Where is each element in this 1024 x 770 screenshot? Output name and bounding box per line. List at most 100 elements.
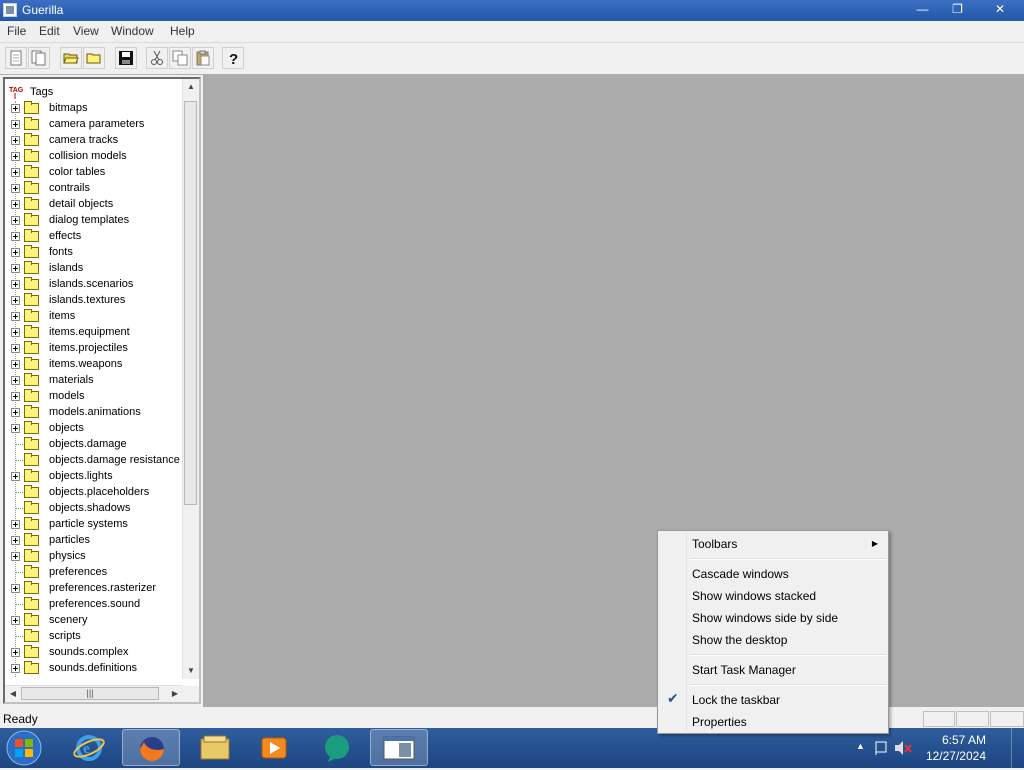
expand-plus-icon[interactable] bbox=[11, 360, 20, 369]
tree-item[interactable]: detail objects bbox=[5, 197, 183, 213]
tree-item[interactable]: bitmaps bbox=[5, 101, 183, 117]
expand-plus-icon[interactable] bbox=[11, 664, 20, 673]
menu-item-show-windows-stacked[interactable]: Show windows stacked bbox=[692, 589, 816, 603]
tree-item[interactable]: preferences.sound bbox=[5, 597, 183, 613]
expand-plus-icon[interactable] bbox=[11, 248, 20, 257]
tree-item[interactable]: items.equipment bbox=[5, 325, 183, 341]
expand-plus-icon[interactable] bbox=[11, 184, 20, 193]
show-hidden-icons-icon[interactable]: ▲ bbox=[856, 741, 865, 751]
expand-plus-icon[interactable] bbox=[11, 408, 20, 417]
expand-plus-icon[interactable] bbox=[11, 312, 20, 321]
expand-plus-icon[interactable] bbox=[11, 296, 20, 305]
paste-button[interactable] bbox=[192, 47, 214, 69]
tree-item[interactable]: particles bbox=[5, 533, 183, 549]
mdi-workspace[interactable] bbox=[203, 75, 1024, 707]
folder-button[interactable] bbox=[83, 47, 105, 69]
tree-item[interactable]: islands.textures bbox=[5, 293, 183, 309]
tree-item[interactable]: objects bbox=[5, 421, 183, 437]
tree-horizontal-scrollbar[interactable]: ◀ ||| ▶ bbox=[5, 685, 183, 702]
save-button[interactable] bbox=[115, 47, 137, 69]
menu-item-properties[interactable]: Properties bbox=[692, 715, 747, 729]
expand-plus-icon[interactable] bbox=[11, 536, 20, 545]
scroll-left-arrow-icon[interactable]: ◀ bbox=[5, 686, 21, 702]
tree-item[interactable]: materials bbox=[5, 373, 183, 389]
menu-window[interactable]: Window bbox=[111, 24, 154, 38]
menu-view[interactable]: View bbox=[73, 24, 99, 38]
taskbar-feedback-app[interactable] bbox=[308, 729, 366, 766]
expand-plus-icon[interactable] bbox=[11, 264, 20, 273]
horizontal-scroll-thumb[interactable]: ||| bbox=[21, 687, 159, 700]
help-button[interactable]: ? bbox=[222, 47, 244, 69]
expand-plus-icon[interactable] bbox=[11, 152, 20, 161]
tree-item[interactable]: models bbox=[5, 389, 183, 405]
app-icon[interactable] bbox=[3, 3, 17, 17]
menu-item-cascade-windows[interactable]: Cascade windows bbox=[692, 567, 789, 581]
action-center-flag-icon[interactable] bbox=[874, 740, 890, 756]
tree-item[interactable]: models.animations bbox=[5, 405, 183, 421]
new-multiple-button[interactable] bbox=[28, 47, 50, 69]
clock-date[interactable]: 12/27/2024 bbox=[926, 749, 986, 763]
tree-item[interactable]: color tables bbox=[5, 165, 183, 181]
menu-item-show-windows-side-by-side[interactable]: Show windows side by side bbox=[692, 611, 838, 625]
tree-item[interactable]: particle systems bbox=[5, 517, 183, 533]
tree-item[interactable]: collision models bbox=[5, 149, 183, 165]
menu-edit[interactable]: Edit bbox=[39, 24, 60, 38]
menu-item-toolbars[interactable]: Toolbars bbox=[692, 537, 737, 551]
tree-item[interactable]: objects.lights bbox=[5, 469, 183, 485]
vertical-scroll-thumb[interactable] bbox=[184, 101, 197, 505]
expand-plus-icon[interactable] bbox=[11, 168, 20, 177]
expand-plus-icon[interactable] bbox=[11, 328, 20, 337]
expand-plus-icon[interactable] bbox=[11, 280, 20, 289]
tree-item[interactable]: objects.placeholders bbox=[5, 485, 183, 501]
taskbar-firefox[interactable] bbox=[122, 729, 180, 766]
menu-help[interactable]: Help bbox=[170, 24, 195, 38]
scroll-down-arrow-icon[interactable]: ▼ bbox=[183, 663, 199, 679]
expand-plus-icon[interactable] bbox=[11, 376, 20, 385]
expand-plus-icon[interactable] bbox=[11, 216, 20, 225]
tree-item[interactable]: scripts bbox=[5, 629, 183, 645]
start-button[interactable] bbox=[4, 729, 44, 767]
tree-vertical-scrollbar[interactable]: ▲ ▼ bbox=[182, 79, 199, 679]
expand-plus-icon[interactable] bbox=[11, 616, 20, 625]
tree-item[interactable]: preferences.rasterizer bbox=[5, 581, 183, 597]
menu-item-show-the-desktop[interactable]: Show the desktop bbox=[692, 633, 787, 647]
open-button[interactable] bbox=[60, 47, 82, 69]
copy-button[interactable] bbox=[169, 47, 191, 69]
tree-item[interactable]: objects.damage bbox=[5, 437, 183, 453]
tree-item[interactable]: preferences bbox=[5, 565, 183, 581]
taskbar-internet-explorer[interactable]: e bbox=[60, 729, 118, 766]
expand-plus-icon[interactable] bbox=[11, 344, 20, 353]
menu-file[interactable]: File bbox=[7, 24, 26, 38]
tree-item[interactable]: islands bbox=[5, 261, 183, 277]
tree-item[interactable]: sounds.definitions bbox=[5, 661, 183, 677]
tree-root[interactable]: TAG Tags bbox=[5, 85, 183, 101]
expand-plus-icon[interactable] bbox=[11, 472, 20, 481]
expand-plus-icon[interactable] bbox=[11, 584, 20, 593]
expand-plus-icon[interactable] bbox=[11, 104, 20, 113]
minimize-button[interactable]: — bbox=[906, 0, 939, 20]
menu-item-start-task-manager[interactable]: Start Task Manager bbox=[692, 663, 796, 677]
expand-plus-icon[interactable] bbox=[11, 136, 20, 145]
clock-time[interactable]: 6:57 AM bbox=[942, 733, 986, 747]
taskbar-media-player[interactable] bbox=[246, 729, 304, 766]
close-button[interactable]: ✕ bbox=[976, 0, 1024, 20]
expand-plus-icon[interactable] bbox=[11, 200, 20, 209]
new-button[interactable] bbox=[5, 47, 27, 69]
tree-item[interactable]: sounds.complex bbox=[5, 645, 183, 661]
scroll-up-arrow-icon[interactable]: ▲ bbox=[183, 79, 199, 95]
tree-item[interactable]: scenery bbox=[5, 613, 183, 629]
tree-item[interactable]: islands.scenarios bbox=[5, 277, 183, 293]
expand-plus-icon[interactable] bbox=[11, 552, 20, 561]
volume-muted-icon[interactable] bbox=[894, 740, 912, 756]
expand-plus-icon[interactable] bbox=[11, 232, 20, 241]
expand-plus-icon[interactable] bbox=[11, 424, 20, 433]
menu-item-lock-the-taskbar[interactable]: Lock the taskbar bbox=[692, 693, 780, 707]
show-desktop-button[interactable] bbox=[1011, 728, 1024, 768]
tree-item[interactable]: dialog templates bbox=[5, 213, 183, 229]
tree-item[interactable]: camera tracks bbox=[5, 133, 183, 149]
tree-item[interactable]: contrails bbox=[5, 181, 183, 197]
tree-item[interactable]: effects bbox=[5, 229, 183, 245]
tree-item[interactable]: objects.shadows bbox=[5, 501, 183, 517]
expand-plus-icon[interactable] bbox=[11, 648, 20, 657]
taskbar-guerilla[interactable] bbox=[370, 729, 428, 766]
